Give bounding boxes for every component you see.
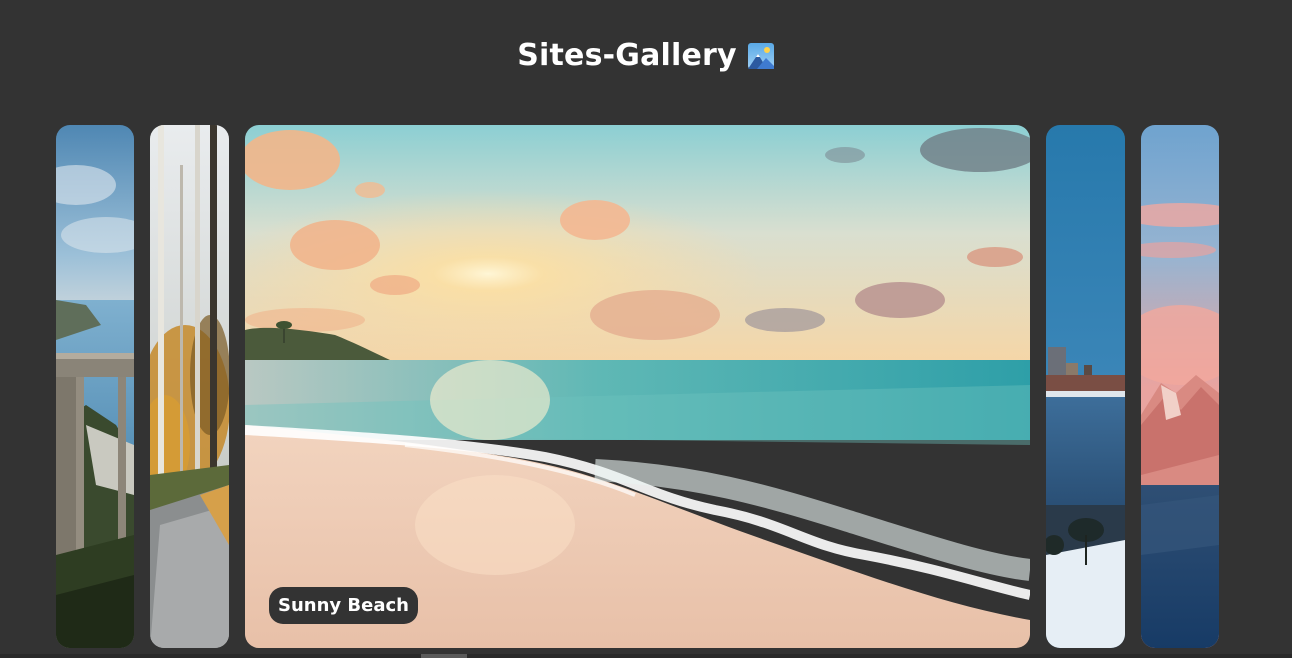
scrollbar-thumb[interactable] xyxy=(421,654,467,658)
pink-mountain-image xyxy=(1141,125,1219,648)
page-title: Sites-Gallery xyxy=(0,38,1292,73)
coastal-bridge-image xyxy=(56,125,134,648)
horizontal-scrollbar[interactable] xyxy=(0,654,1292,658)
gallery-panel-autumn-forest[interactable] xyxy=(150,125,229,648)
gallery-panel-coastal-bridge[interactable] xyxy=(56,125,134,648)
image-gallery: Sunny Beach xyxy=(0,125,1292,648)
page-title-text: Sites-Gallery xyxy=(517,38,737,73)
active-image-caption: Sunny Beach xyxy=(269,587,418,624)
sunny-beach-image xyxy=(245,125,1030,648)
autumn-forest-path-image xyxy=(150,125,229,648)
gallery-panel-pink-mountains[interactable] xyxy=(1141,125,1219,648)
gallery-panel-winter-city[interactable] xyxy=(1046,125,1125,648)
winter-city-lake-image xyxy=(1046,125,1125,648)
page: Sites-Gallery Sunny Beach xyxy=(0,0,1292,658)
gallery-panel-sunny-beach[interactable]: Sunny Beach xyxy=(245,125,1030,648)
landscape-picture-icon xyxy=(747,42,775,70)
